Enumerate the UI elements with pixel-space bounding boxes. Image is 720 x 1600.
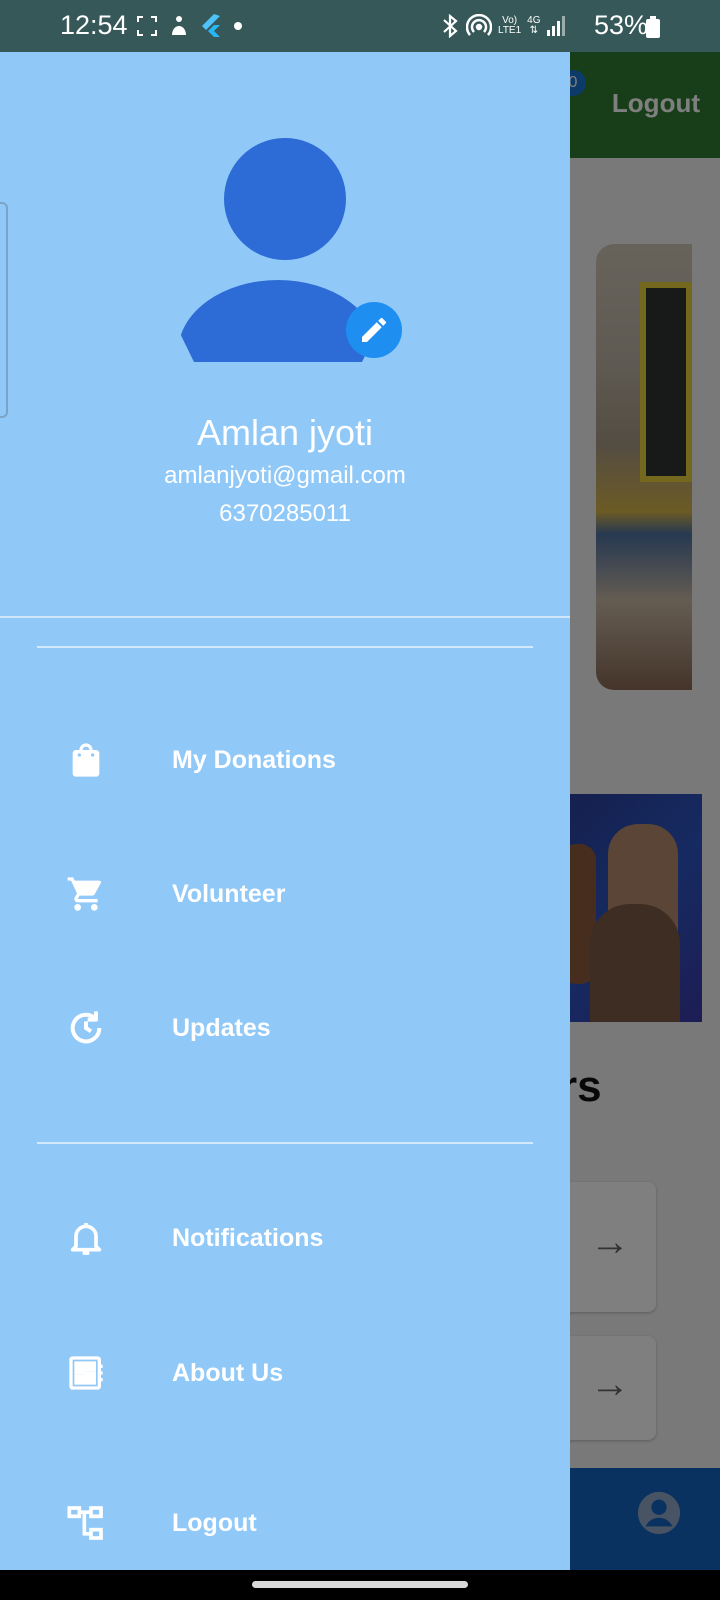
hotspot-icon	[466, 14, 492, 36]
flutter-icon	[202, 14, 220, 37]
account-tree-icon	[67, 1506, 103, 1540]
shopping-bag-icon	[72, 743, 100, 777]
menu-item-notifications[interactable]: Notifications	[0, 1188, 570, 1288]
bell-icon	[70, 1223, 102, 1255]
menu-item-logout[interactable]: Logout	[0, 1473, 570, 1573]
status-bar: 12:54 Vo) LTE1 4G ⇅ 53%	[0, 0, 720, 52]
menu-item-about-us[interactable]: About Us	[0, 1323, 570, 1423]
menu-label: Notifications	[172, 1224, 324, 1252]
history-icon	[70, 1011, 102, 1044]
status-time: 12:54	[60, 10, 128, 40]
menu-divider	[37, 1142, 533, 1144]
status-right-icons: Vo) LTE1 4G ⇅	[440, 12, 567, 40]
network-bottom-label: LTE1	[498, 25, 522, 36]
data-arrows-icon: 4G ⇅	[527, 15, 541, 36]
menu-item-updates[interactable]: Updates	[0, 978, 570, 1078]
edit-avatar-button[interactable]	[346, 302, 402, 358]
battery-percentage: 53%	[594, 10, 649, 40]
status-left-icons	[136, 12, 244, 40]
profile-avatar[interactable]	[178, 138, 404, 364]
bluetooth-icon	[443, 14, 458, 38]
fitness-icon	[172, 16, 186, 35]
navigation-drawer: Amlan jyoti amlanjyoti@gmail.com 6370285…	[0, 52, 570, 1570]
screenshot-icon	[137, 16, 157, 36]
system-navigation-bar	[0, 1570, 720, 1600]
signal-icon	[546, 16, 565, 36]
menu-label: About Us	[172, 1359, 284, 1387]
menu-label: My Donations	[172, 746, 336, 774]
header-divider	[0, 616, 570, 618]
menu-label: Volunteer	[172, 880, 286, 908]
menu-divider	[37, 646, 533, 648]
menu-label: Logout	[172, 1509, 257, 1537]
dot-icon	[234, 22, 242, 30]
avatar-head	[224, 138, 346, 260]
battery-icon	[646, 16, 660, 38]
profile-phone: 6370285011	[219, 500, 351, 527]
menu-item-my-donations[interactable]: My Donations	[0, 710, 570, 810]
home-gesture-handle[interactable]	[252, 1581, 468, 1588]
dashboard-icon	[69, 1356, 103, 1390]
profile-name: Amlan jyoti	[196, 412, 374, 453]
drawer-edge-handle[interactable]	[0, 202, 8, 418]
profile-email: amlanjyoti@gmail.com	[164, 462, 406, 489]
pencil-icon	[362, 317, 387, 342]
menu-label: Updates	[172, 1014, 271, 1042]
menu-item-volunteer[interactable]: Volunteer	[0, 844, 570, 944]
volte-icon: Vo) LTE1	[498, 16, 521, 36]
cart-icon	[67, 877, 102, 911]
